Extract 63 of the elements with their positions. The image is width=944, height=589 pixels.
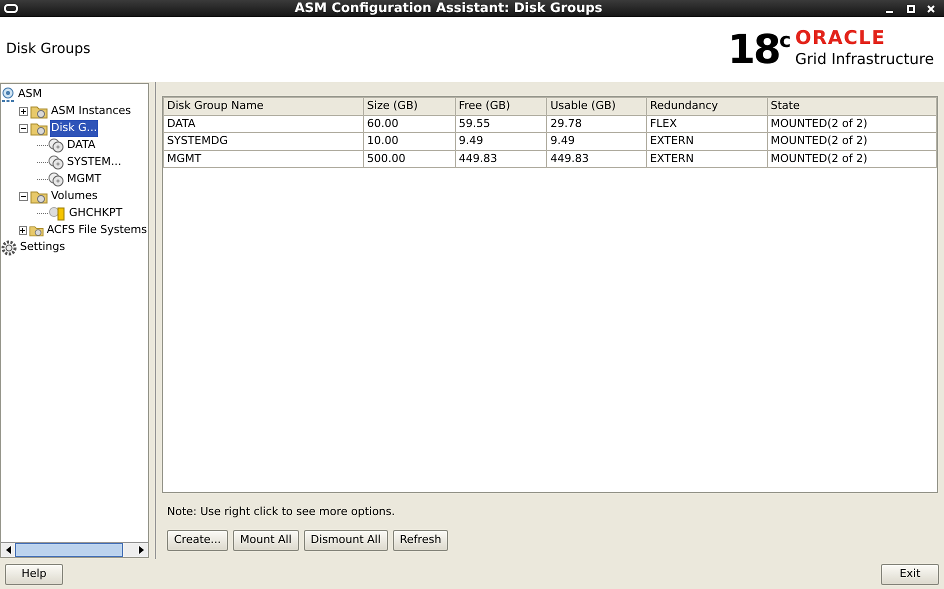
table-cell: MGMT bbox=[164, 150, 364, 168]
exit-button[interactable]: Exit bbox=[881, 564, 939, 584]
tree-item[interactable]: Disk G... bbox=[50, 120, 98, 137]
disk-icon bbox=[48, 172, 64, 187]
collapse-toggle[interactable] bbox=[19, 124, 28, 133]
maximize-icon[interactable] bbox=[907, 4, 915, 12]
column-header[interactable]: Usable (GB) bbox=[546, 98, 646, 115]
table-cell: 500.00 bbox=[364, 150, 456, 168]
collapse-toggle[interactable] bbox=[19, 192, 28, 201]
tree-item[interactable]: DATA bbox=[66, 137, 96, 154]
window-menu-icon[interactable] bbox=[4, 4, 18, 13]
table-cell: MOUNTED(2 of 2) bbox=[767, 132, 936, 150]
help-button[interactable]: Help bbox=[5, 564, 63, 584]
table-cell: 10.00 bbox=[364, 132, 456, 150]
note-text: Note: Use right click to see more options. bbox=[167, 504, 396, 520]
table-cell: 449.83 bbox=[455, 150, 547, 168]
tree-item[interactable]: Volumes bbox=[50, 188, 99, 205]
tree-item[interactable]: ASM Instances bbox=[50, 103, 132, 120]
left-arrow-icon[interactable] bbox=[6, 546, 10, 554]
database-icon bbox=[1, 86, 15, 102]
action-button[interactable]: Create... bbox=[167, 530, 228, 550]
close-icon[interactable] bbox=[927, 4, 935, 12]
column-header[interactable]: Redundancy bbox=[646, 98, 768, 115]
gear-icon bbox=[1, 240, 17, 256]
tree-item[interactable]: ASM bbox=[17, 86, 43, 103]
table-cell: 29.78 bbox=[546, 115, 646, 132]
action-button[interactable]: Mount All bbox=[233, 530, 299, 550]
table-cell: FLEX bbox=[646, 115, 768, 132]
disk-icon bbox=[48, 155, 64, 170]
column-header[interactable]: Disk Group Name bbox=[164, 98, 364, 115]
action-button[interactable]: Dismount All bbox=[304, 530, 388, 550]
tree-item[interactable]: ACFS File Systems bbox=[46, 222, 148, 239]
folder-icon bbox=[30, 189, 48, 204]
table-cell: EXTERN bbox=[646, 132, 768, 150]
tree-item[interactable]: SYSTEM... bbox=[66, 154, 122, 171]
right-arrow-icon[interactable] bbox=[138, 546, 144, 554]
disk-icon bbox=[48, 138, 64, 153]
window-title: ASM Configuration Assistant: Disk Groups bbox=[294, 0, 604, 18]
action-button[interactable]: Refresh bbox=[392, 530, 448, 550]
page-title: Disk Groups bbox=[6, 40, 90, 59]
table-cell: MOUNTED(2 of 2) bbox=[767, 150, 936, 168]
table-cell: 59.55 bbox=[455, 115, 547, 132]
minimize-icon[interactable] bbox=[886, 10, 893, 12]
table-cell: SYSTEMDG bbox=[164, 132, 364, 150]
tree-item[interactable]: GHCHKPT bbox=[68, 205, 124, 222]
folder-icon bbox=[30, 121, 48, 136]
horizontal-scrollbar[interactable] bbox=[1, 542, 148, 557]
table-cell: 449.83 bbox=[546, 150, 646, 168]
expand-toggle[interactable] bbox=[19, 226, 27, 235]
column-header[interactable]: Free (GB) bbox=[455, 98, 547, 115]
table-cell: MOUNTED(2 of 2) bbox=[767, 115, 936, 132]
table-cell: EXTERN bbox=[646, 150, 768, 168]
folder-icon bbox=[30, 104, 48, 119]
table-cell: DATA bbox=[164, 115, 364, 132]
table-cell: 9.49 bbox=[455, 132, 547, 150]
column-header[interactable]: State bbox=[767, 98, 936, 115]
expand-toggle[interactable] bbox=[19, 107, 28, 116]
column-header[interactable]: Size (GB) bbox=[364, 98, 456, 115]
tree-item[interactable]: MGMT bbox=[66, 171, 102, 188]
volume-icon bbox=[48, 206, 66, 221]
tree-item[interactable]: Settings bbox=[19, 239, 66, 256]
table-cell: 9.49 bbox=[546, 132, 646, 150]
table-cell: 60.00 bbox=[364, 115, 456, 132]
